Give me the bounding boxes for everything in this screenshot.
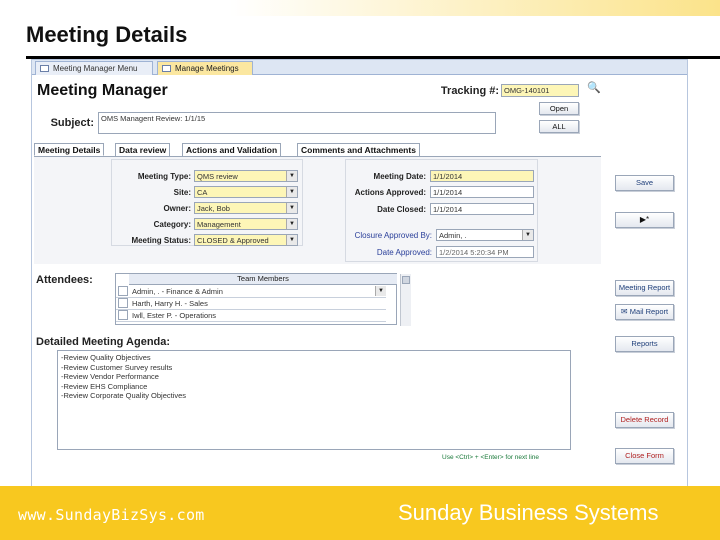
- site-value: CA: [197, 188, 208, 197]
- slide-footer: www.SundayBizSys.com Sunday Business Sys…: [0, 486, 720, 540]
- category-label: Category:: [153, 220, 191, 229]
- closure-approved-select[interactable]: Admin, . ▼: [436, 229, 534, 241]
- agenda-hint: Use <Ctrl> + <Enter> for next line: [442, 454, 540, 461]
- document-tab-strip: Meeting Manager Menu Manage Meetings: [32, 60, 687, 75]
- meeting-type-label: Meeting Type:: [137, 172, 191, 181]
- meeting-status-label: Meeting Status:: [131, 236, 191, 245]
- attendee-name: Harth, Harry H. - Sales: [132, 299, 208, 308]
- agenda-line: -Review Corporate Quality Objectives: [61, 391, 187, 400]
- closure-approved-label: Closure Approved By:: [354, 231, 432, 240]
- delete-record-button[interactable]: Delete Record: [615, 412, 674, 428]
- save-button[interactable]: Save: [615, 175, 674, 191]
- subject-label: Subject:: [50, 117, 94, 129]
- form-icon: [40, 65, 49, 72]
- agenda-line: -Review Quality Objectives: [61, 353, 151, 362]
- meeting-date-field[interactable]: 1/1/2014: [430, 170, 534, 182]
- tab-label: Meeting Manager Menu: [53, 64, 138, 73]
- tracking-label: Tracking #:: [440, 85, 499, 97]
- chevron-down-icon[interactable]: ▼: [286, 203, 297, 213]
- site-label: Site:: [173, 188, 191, 197]
- chevron-down-icon[interactable]: ▼: [286, 171, 297, 181]
- attendees-grid: Team Members Admin, . - Finance & Admin …: [115, 273, 411, 326]
- agenda-label: Detailed Meeting Agenda:: [36, 336, 171, 348]
- chevron-down-icon[interactable]: ▼: [522, 230, 533, 240]
- tracking-number-field[interactable]: OMG-140101: [501, 84, 579, 97]
- form-icon: [162, 65, 171, 72]
- attendee-name: Iwll, Ester P. - Operations: [132, 311, 217, 320]
- reports-button[interactable]: Reports: [615, 336, 674, 352]
- attendee-row[interactable]: Iwll, Ester P. - Operations: [116, 310, 386, 322]
- actions-approved-field[interactable]: 1/1/2014: [430, 186, 534, 198]
- chevron-down-icon[interactable]: ▼: [375, 286, 386, 296]
- footer-company: Sunday Business Systems: [398, 500, 659, 525]
- meeting-type-select[interactable]: QMS review ▼: [194, 170, 298, 182]
- site-select[interactable]: CA ▼: [194, 186, 298, 198]
- date-closed-field[interactable]: 1/1/2014: [430, 203, 534, 215]
- owner-value: Jack, Bob: [197, 204, 230, 213]
- actions-approved-label: Actions Approved:: [354, 188, 426, 197]
- owner-select[interactable]: Jack, Bob ▼: [194, 202, 298, 214]
- tab-manage-meetings[interactable]: Manage Meetings: [157, 61, 253, 75]
- tab-label: Manage Meetings: [175, 64, 239, 73]
- date-approved-field[interactable]: 1/2/2014 5:20:34 PM: [436, 246, 534, 258]
- scroll-thumb[interactable]: [402, 276, 410, 284]
- all-button[interactable]: ALL: [539, 120, 579, 133]
- agenda-line: -Review EHS Compliance: [61, 381, 148, 391]
- attendee-row[interactable]: Harth, Harry H. - Sales: [116, 298, 386, 310]
- mail-icon: ✉: [620, 307, 630, 316]
- team-members-header: Team Members: [129, 274, 397, 285]
- close-form-button[interactable]: Close Form: [615, 448, 674, 464]
- attendee-row[interactable]: Admin, . - Finance & Admin ▼: [116, 286, 386, 298]
- meeting-manager-window: Meeting Manager Menu Manage Meetings Mee…: [31, 59, 688, 491]
- date-approved-label: Date Approved:: [376, 248, 432, 257]
- closure-approved-value: Admin, .: [439, 231, 467, 240]
- open-button[interactable]: Open: [539, 102, 579, 115]
- header-gradient-strip: [230, 0, 720, 16]
- agenda-line: -Review Customer Survey results: [61, 362, 173, 372]
- tab-meeting-details[interactable]: Meeting Details: [34, 143, 105, 156]
- owner-label: Owner:: [163, 204, 191, 213]
- meeting-type-value: QMS review: [197, 172, 238, 181]
- chevron-down-icon[interactable]: ▼: [286, 187, 297, 197]
- footer-url: www.SundayBizSys.com: [18, 506, 205, 524]
- chevron-down-icon[interactable]: ▼: [286, 235, 297, 245]
- row-selector[interactable]: [118, 286, 128, 296]
- meeting-date-label: Meeting Date:: [373, 172, 426, 181]
- agenda-line: -Review Vendor Performance: [61, 372, 159, 381]
- slide-title: Meeting Details: [26, 22, 188, 47]
- meeting-status-value: CLOSED & Approved: [197, 236, 269, 245]
- date-closed-label: Date Closed:: [377, 205, 426, 214]
- attendee-name: Admin, . - Finance & Admin: [132, 287, 223, 296]
- attendees-label: Attendees:: [36, 274, 93, 286]
- tab-data-review[interactable]: Data review: [115, 143, 171, 156]
- attendee-select[interactable]: ▼: [358, 286, 386, 297]
- attendees-scrollbar[interactable]: [400, 274, 411, 326]
- category-value: Management: [197, 220, 241, 229]
- row-selector[interactable]: [118, 310, 128, 320]
- meeting-report-button[interactable]: Meeting Report: [615, 280, 674, 296]
- mail-report-label: Mail Report: [629, 307, 669, 316]
- meeting-status-select[interactable]: CLOSED & Approved ▼: [194, 234, 298, 246]
- category-select[interactable]: Management ▼: [194, 218, 298, 230]
- binoculars-icon[interactable]: 🔍: [587, 82, 601, 95]
- agenda-textarea[interactable]: -Review Quality Objectives -Review Custo…: [57, 350, 571, 450]
- chevron-down-icon[interactable]: ▼: [286, 219, 297, 229]
- new-record-button[interactable]: ▶*: [615, 212, 674, 228]
- row-selector[interactable]: [118, 298, 128, 308]
- tab-actions-validation[interactable]: Actions and Validation: [182, 143, 282, 156]
- tab-comments-attachments[interactable]: Comments and Attachments: [297, 143, 420, 156]
- subject-field[interactable]: OMS Managent Review: 1/1/15: [98, 112, 496, 134]
- tab-meeting-manager-menu[interactable]: Meeting Manager Menu: [35, 61, 153, 75]
- mail-report-button[interactable]: ✉ Mail Report: [615, 304, 674, 320]
- form-title: Meeting Manager: [37, 82, 168, 99]
